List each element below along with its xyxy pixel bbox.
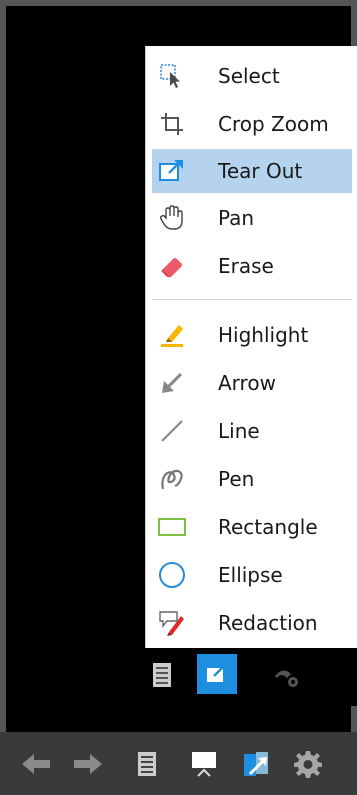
menu-item-label: Tear Out <box>218 159 303 183</box>
menu-item-label: Pan <box>218 206 255 230</box>
line-icon <box>152 409 192 453</box>
ellipse-icon <box>152 553 192 597</box>
menu-item-label: Line <box>218 419 260 443</box>
menu-item-crop-zoom[interactable]: Crop Zoom <box>152 102 352 146</box>
viewer-area <box>6 706 351 732</box>
crop-icon <box>152 102 192 146</box>
rectangle-icon <box>152 505 192 549</box>
menu-item-label: Redaction <box>218 611 318 635</box>
tool-menu: Select Crop Zoom Tear Out Pan Erase High… <box>145 46 357 648</box>
menu-item-label: Highlight <box>218 323 309 347</box>
menu-separator <box>152 299 352 300</box>
menu-item-redaction[interactable]: Redaction <box>152 601 352 645</box>
eraser-icon <box>152 244 192 288</box>
menu-item-select[interactable]: Select <box>152 54 352 98</box>
redaction-icon <box>152 601 192 645</box>
arrow-icon <box>152 361 192 405</box>
pen-icon <box>152 457 192 501</box>
annotation-toolbar <box>145 648 357 706</box>
menu-item-label: Erase <box>218 254 274 278</box>
menu-item-erase[interactable]: Erase <box>152 244 352 288</box>
menu-item-ellipse[interactable]: Ellipse <box>152 553 352 597</box>
menu-item-tear-out[interactable]: Tear Out <box>152 149 352 193</box>
back-arrow-icon[interactable] <box>18 746 54 782</box>
tear-out-icon <box>152 149 192 193</box>
cursor-select-icon <box>152 54 192 98</box>
document-list-icon[interactable] <box>145 658 179 692</box>
menu-item-pen[interactable]: Pen <box>152 457 352 501</box>
menu-item-label: Rectangle <box>218 515 318 539</box>
tear-out-tool-button[interactable] <box>197 654 237 694</box>
menu-item-label: Crop Zoom <box>218 112 329 136</box>
menu-item-label: Select <box>218 64 280 88</box>
settings-gear-icon[interactable] <box>290 746 326 782</box>
menu-item-label: Ellipse <box>218 563 283 587</box>
tool-settings-icon[interactable] <box>271 660 305 694</box>
forward-arrow-icon[interactable] <box>70 746 106 782</box>
menu-item-rectangle[interactable]: Rectangle <box>152 505 352 549</box>
presentation-icon[interactable] <box>186 746 222 782</box>
menu-item-label: Arrow <box>218 371 276 395</box>
hand-icon <box>152 196 192 240</box>
menu-item-line[interactable]: Line <box>152 409 352 453</box>
tear-out-icon[interactable] <box>238 746 274 782</box>
menu-item-arrow[interactable]: Arrow <box>152 361 352 405</box>
menu-item-highlight[interactable]: Highlight <box>152 313 352 357</box>
menu-item-label: Pen <box>218 467 255 491</box>
menu-item-pan[interactable]: Pan <box>152 196 352 240</box>
document-list-icon[interactable] <box>129 746 165 782</box>
highlighter-icon <box>152 313 192 357</box>
bottom-toolbar <box>0 732 357 795</box>
